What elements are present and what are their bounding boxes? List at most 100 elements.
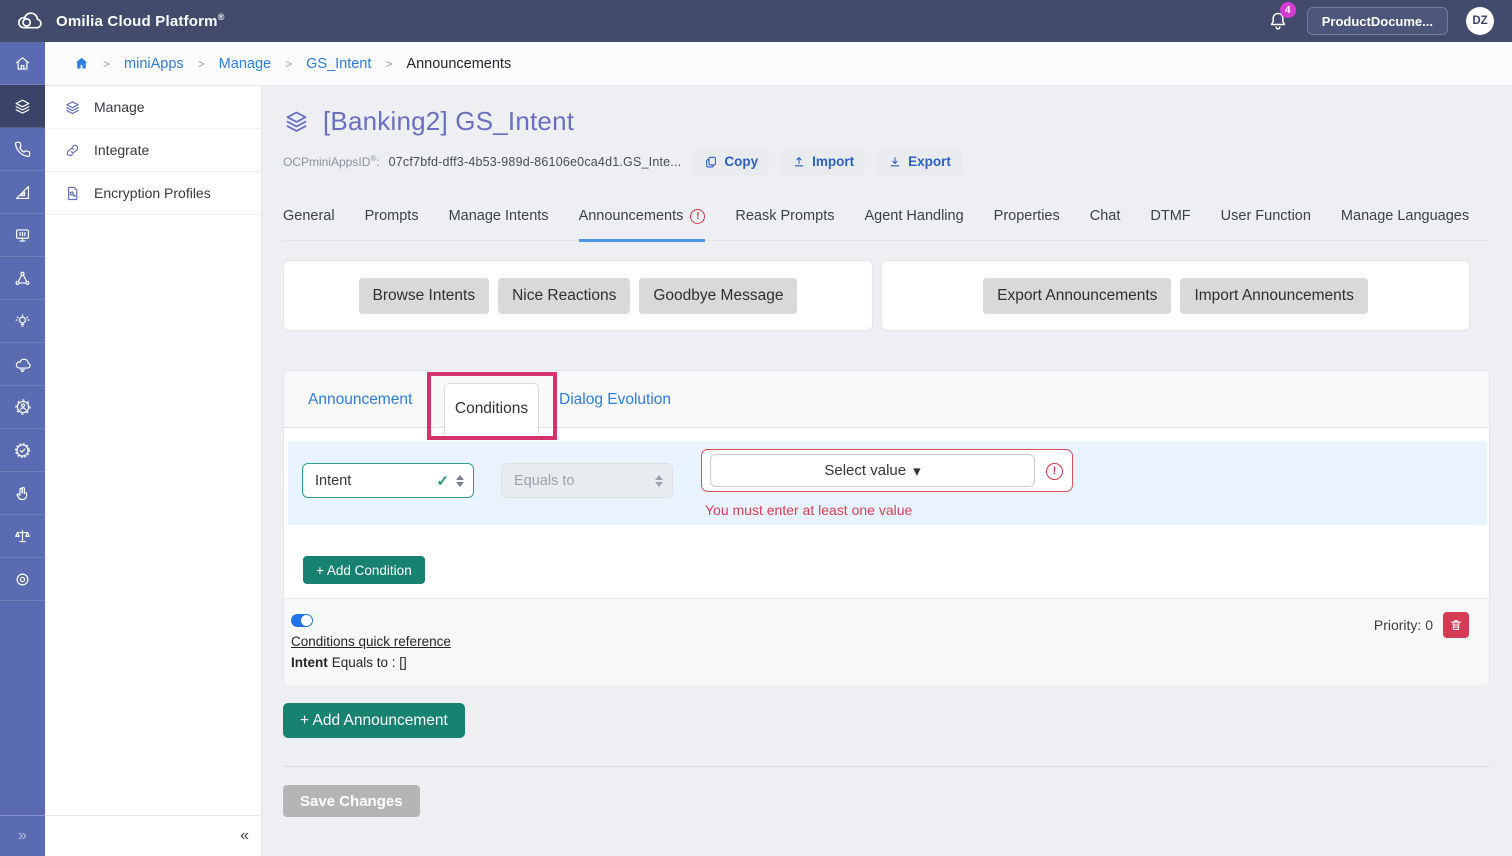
app-id-row: OCPminiAppsID®: 07cf7bfd-dff3-4b53-989d-…	[283, 148, 962, 175]
tab-reask-prompts[interactable]: Reask Prompts	[735, 206, 834, 240]
condition-field-select[interactable]: Intent ✓	[302, 463, 474, 498]
breadcrumb-gs-intent-link[interactable]: GS_Intent	[306, 56, 371, 72]
tab-general[interactable]: General	[283, 206, 335, 240]
tab-announcements[interactable]: Announcements !	[579, 206, 706, 240]
rail-item-dialogs[interactable]	[0, 214, 45, 257]
rail-item-admin[interactable]	[0, 386, 45, 429]
valid-check-icon: ✓	[436, 472, 449, 490]
rail-item-miniapps[interactable]	[0, 85, 45, 128]
sidebar-item-label: Manage	[94, 99, 145, 115]
tab-manage-intents[interactable]: Manage Intents	[449, 206, 549, 240]
rail-item-cloud-services[interactable]	[0, 343, 45, 386]
rail-item-home[interactable]	[0, 42, 45, 85]
upload-arrow-icon	[792, 155, 806, 169]
rail-expand-button[interactable]: »	[0, 815, 45, 856]
sidebar-item-encryption-profiles[interactable]: Encryption Profiles	[45, 172, 261, 215]
select-arrows-icon	[655, 475, 663, 487]
home-icon	[13, 54, 32, 73]
rail-item-network[interactable]	[0, 257, 45, 300]
condition-row: Intent ✓ Equals to Select value ▾ ! You …	[288, 441, 1487, 525]
conditions-quick-reference-link[interactable]: Conditions quick reference	[291, 634, 451, 649]
import-button[interactable]: Import	[781, 149, 865, 175]
rail-item-design[interactable]	[0, 171, 45, 214]
notifications-button[interactable]: 4	[1267, 10, 1289, 32]
rail-item-compliance[interactable]	[0, 515, 45, 558]
rail-item-records[interactable]	[0, 558, 45, 601]
target-circle-icon	[13, 570, 32, 589]
copy-icon	[704, 155, 718, 169]
document-key-icon	[64, 185, 81, 202]
tab-dtmf[interactable]: DTMF	[1150, 206, 1190, 240]
warning-icon: !	[690, 209, 705, 224]
tab-chat[interactable]: Chat	[1090, 206, 1121, 240]
notification-count-badge: 4	[1280, 2, 1296, 18]
expand-chevrons-icon: »	[18, 827, 27, 845]
set-square-icon	[13, 183, 32, 202]
breadcrumb-manage-link[interactable]: Manage	[219, 56, 271, 72]
trash-icon	[1449, 618, 1463, 632]
brand: Omilia Cloud Platform®	[14, 10, 225, 32]
topbar: Omilia Cloud Platform® 4 ProductDocume..…	[0, 0, 1512, 42]
scales-icon	[13, 527, 32, 546]
hand-gesture-icon	[13, 484, 32, 503]
sidebar-item-manage[interactable]: Manage	[45, 86, 261, 129]
add-condition-button[interactable]: + Add Condition	[303, 556, 425, 584]
priority-label: Priority: 0	[1374, 617, 1433, 633]
ocp-logo-cloud-icon	[14, 10, 46, 32]
cloud-icon	[13, 355, 32, 374]
editor-tab-conditions-active[interactable]: Conditions	[444, 383, 539, 434]
sidebar-collapse-button[interactable]: «	[45, 815, 261, 856]
rail-item-insights[interactable]	[0, 300, 45, 343]
sidebar-item-integrate[interactable]: Integrate	[45, 129, 261, 172]
announcements-actions-panel: Export Announcements Import Announcement…	[881, 260, 1470, 331]
breadcrumb-current: Announcements	[406, 56, 511, 72]
verified-badge-icon	[13, 441, 32, 460]
condition-operator-select[interactable]: Equals to	[501, 463, 673, 498]
layers-icon	[283, 108, 310, 135]
copy-button[interactable]: Copy	[693, 149, 769, 175]
condition-value-field: Select value ▾ !	[701, 449, 1073, 492]
tab-manage-languages[interactable]: Manage Languages	[1341, 206, 1469, 240]
link-chain-icon	[64, 142, 81, 159]
user-avatar[interactable]: DZ	[1466, 7, 1494, 35]
secondary-sidebar: Manage Integrate Encryption Profiles «	[45, 86, 262, 856]
tab-agent-handling[interactable]: Agent Handling	[864, 206, 963, 240]
export-button[interactable]: Export	[877, 149, 962, 175]
rail-item-verification[interactable]	[0, 429, 45, 472]
goodbye-message-button[interactable]: Goodbye Message	[639, 278, 797, 314]
select-arrows-icon	[456, 475, 464, 487]
import-announcements-button[interactable]: Import Announcements	[1180, 278, 1367, 314]
select-value-dropdown[interactable]: Select value ▾	[710, 454, 1035, 487]
editor-tab-dialog-evolution[interactable]: Dialog Evolution	[559, 371, 671, 428]
icon-rail-sidebar: »	[0, 42, 45, 856]
download-arrow-icon	[888, 155, 902, 169]
browse-intents-button[interactable]: Browse Intents	[359, 278, 490, 314]
tab-user-function[interactable]: User Function	[1221, 206, 1311, 240]
add-announcement-button[interactable]: + Add Announcement	[283, 703, 465, 738]
main-content: [Banking2] GS_Intent OCPminiAppsID®: 07c…	[262, 86, 1512, 856]
tab-properties[interactable]: Properties	[994, 206, 1060, 240]
save-changes-button[interactable]: Save Changes	[283, 785, 420, 817]
tab-prompts[interactable]: Prompts	[365, 206, 419, 240]
export-announcements-button[interactable]: Export Announcements	[983, 278, 1171, 314]
page-header: [Banking2] GS_Intent	[283, 106, 574, 137]
quick-reference-toggle[interactable]	[291, 614, 313, 627]
nice-reactions-button[interactable]: Nice Reactions	[498, 278, 630, 314]
rail-item-telephony[interactable]	[0, 128, 45, 171]
caret-down-icon: ▾	[913, 462, 921, 480]
breadcrumb-home-icon[interactable]	[74, 56, 89, 71]
editor-tab-announcement[interactable]: Announcement	[308, 371, 412, 428]
layers-icon	[13, 97, 32, 116]
gear-user-icon	[13, 397, 33, 417]
network-nodes-icon	[13, 269, 32, 288]
condition-summary: IntentEquals to : []	[291, 655, 1489, 670]
rail-item-gestures[interactable]	[0, 472, 45, 515]
collapse-chevrons-icon: «	[240, 827, 249, 845]
app-id-value: 07cf7bfd-dff3-4b53-989d-86106e0ca4d1.GS_…	[389, 155, 682, 169]
breadcrumb-miniapps-link[interactable]: miniApps	[124, 56, 184, 72]
account-org-button[interactable]: ProductDocume...	[1307, 7, 1448, 35]
validation-error-text: You must enter at least one value	[705, 502, 912, 518]
intents-panel: Browse Intents Nice Reactions Goodbye Me…	[283, 260, 873, 331]
delete-announcement-button[interactable]	[1443, 612, 1469, 638]
miniapp-tabs: General Prompts Manage Intents Announcem…	[283, 206, 1490, 241]
